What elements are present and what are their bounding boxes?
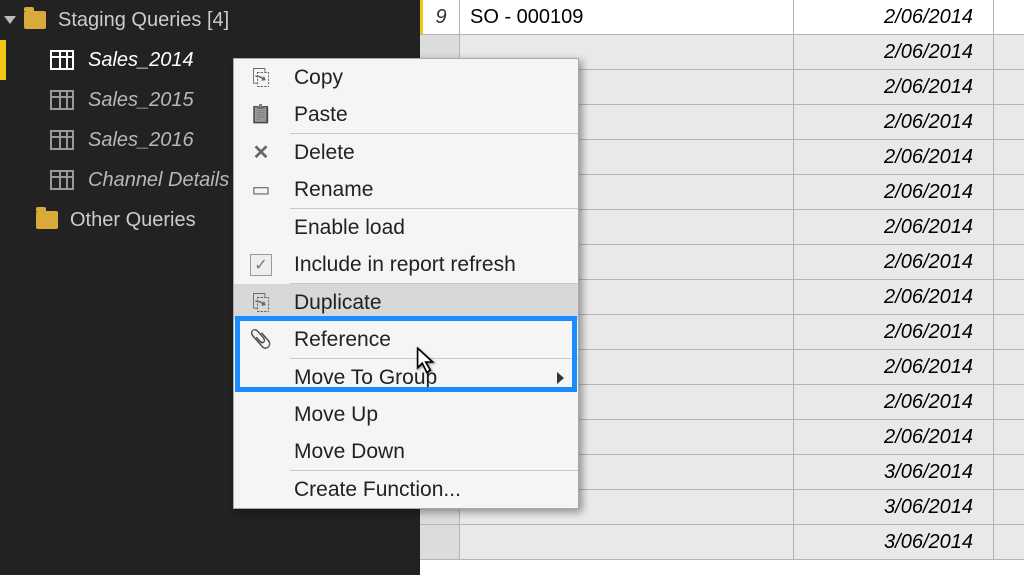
reference-icon (244, 328, 278, 352)
copy-icon (244, 66, 278, 90)
cell-date[interactable]: 2/06/2014 (794, 140, 994, 174)
paste-icon (244, 103, 278, 127)
menu-label: Create Function... (278, 478, 578, 502)
menu-include-refresh[interactable]: ✓ Include in report refresh (234, 246, 578, 283)
menu-label: Move To Group (278, 366, 557, 390)
query-label: Sales_2014 (88, 49, 194, 72)
checkbox-icon: ✓ (244, 253, 278, 277)
expand-icon[interactable] (4, 16, 16, 24)
cell-blank (994, 0, 1024, 34)
blank-icon (244, 440, 278, 464)
cell-date[interactable]: 2/06/2014 (794, 175, 994, 209)
group-label: Staging Queries [4] (58, 9, 229, 32)
menu-label: Paste (278, 103, 578, 127)
cell-order[interactable]: SO - 000109 (460, 0, 794, 34)
menu-label: Duplicate (278, 291, 578, 315)
blank-icon (244, 366, 278, 390)
cell-date[interactable]: 2/06/2014 (794, 0, 994, 34)
cell-date[interactable]: 2/06/2014 (794, 105, 994, 139)
menu-enable-load[interactable]: Enable load (234, 209, 578, 246)
cell-order[interactable] (460, 525, 794, 559)
menu-label: Rename (278, 178, 578, 202)
blank-icon (244, 478, 278, 502)
menu-paste[interactable]: Paste (234, 96, 578, 133)
submenu-arrow-icon (557, 372, 564, 384)
cell-date[interactable]: 2/06/2014 (794, 420, 994, 454)
cell-date[interactable]: 3/06/2014 (794, 490, 994, 524)
menu-label: Enable load (278, 216, 578, 240)
folder-icon (24, 11, 46, 29)
table-row[interactable]: 3/06/2014 (420, 525, 1024, 560)
menu-move-to-group[interactable]: Move To Group (234, 359, 578, 396)
group-staging-queries[interactable]: Staging Queries [4] (0, 0, 420, 40)
menu-move-up[interactable]: Move Up (234, 396, 578, 433)
menu-move-down[interactable]: Move Down (234, 433, 578, 470)
cell-date[interactable]: 2/06/2014 (794, 210, 994, 244)
cell-date[interactable]: 2/06/2014 (794, 315, 994, 349)
group-label: Other Queries (70, 209, 196, 232)
blank-icon (244, 403, 278, 427)
context-menu: Copy Paste Delete Rename Enable load ✓ I… (233, 58, 579, 509)
menu-copy[interactable]: Copy (234, 59, 578, 96)
menu-label: Delete (278, 141, 578, 165)
menu-create-function[interactable]: Create Function... (234, 471, 578, 508)
cell-date[interactable]: 2/06/2014 (794, 70, 994, 104)
table-icon (50, 50, 74, 70)
row-number (420, 525, 460, 559)
menu-reference[interactable]: Reference (234, 321, 578, 358)
cell-date[interactable]: 2/06/2014 (794, 280, 994, 314)
blank-icon (244, 216, 278, 240)
query-label: Channel Details (88, 169, 229, 192)
cell-date[interactable]: 2/06/2014 (794, 35, 994, 69)
menu-label: Include in report refresh (278, 253, 578, 277)
query-label: Sales_2016 (88, 129, 194, 152)
cell-date[interactable]: 2/06/2014 (794, 245, 994, 279)
rename-icon (244, 178, 278, 202)
menu-delete[interactable]: Delete (234, 134, 578, 171)
table-row[interactable]: 9 SO - 000109 2/06/2014 (420, 0, 1024, 35)
cell-date[interactable]: 2/06/2014 (794, 385, 994, 419)
cell-date[interactable]: 3/06/2014 (794, 525, 994, 559)
menu-rename[interactable]: Rename (234, 171, 578, 208)
query-label: Sales_2015 (88, 89, 194, 112)
cell-date[interactable]: 3/06/2014 (794, 455, 994, 489)
menu-label: Copy (278, 66, 578, 90)
menu-label: Move Down (278, 440, 578, 464)
menu-duplicate[interactable]: Duplicate (234, 284, 578, 321)
table-icon (50, 170, 74, 190)
delete-icon (244, 141, 278, 165)
folder-icon (36, 211, 58, 229)
menu-label: Reference (278, 328, 578, 352)
table-icon (50, 90, 74, 110)
duplicate-icon (244, 291, 278, 315)
table-icon (50, 130, 74, 150)
row-number: 9 (420, 0, 460, 34)
menu-label: Move Up (278, 403, 578, 427)
cell-date[interactable]: 2/06/2014 (794, 350, 994, 384)
